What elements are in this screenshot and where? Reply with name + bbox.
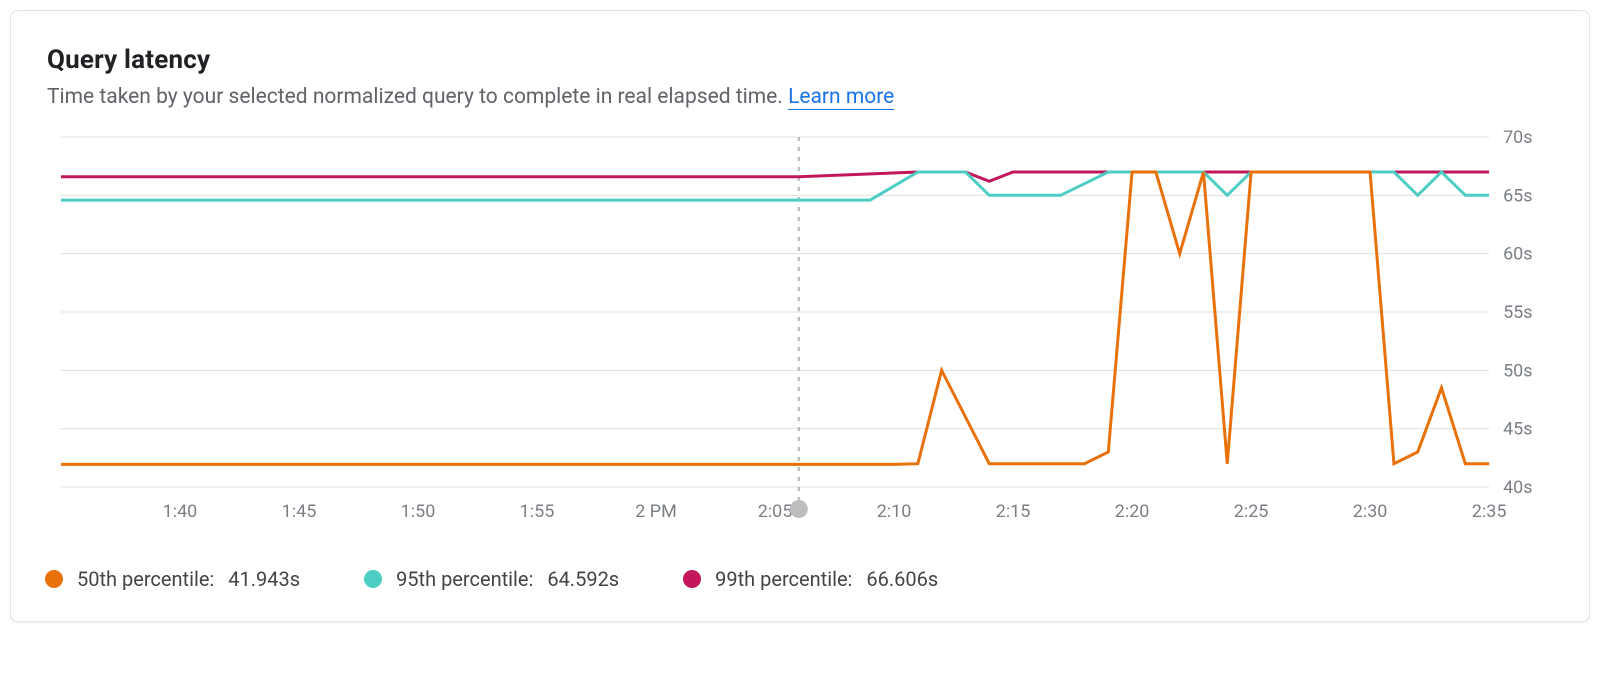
svg-text:40s: 40s (1503, 477, 1532, 498)
legend-label-99th: 99th percentile: (715, 567, 852, 591)
svg-text:70s: 70s (1503, 127, 1532, 148)
svg-text:2:05: 2:05 (758, 501, 793, 522)
svg-text:2 PM: 2 PM (635, 501, 677, 522)
x-axis-ticks: 1:40 1:45 1:50 1:55 2 PM 2:05 2:10 2:15 2:20 2:25… (163, 501, 1507, 522)
svg-text:1:50: 1:50 (401, 501, 436, 522)
latency-line-chart[interactable]: 40s 45s 50s 55s 60s 65s 70s 1:40 1:45 1:50 1:55 2 … (31, 127, 1569, 547)
learn-more-link[interactable]: Learn more (788, 85, 894, 110)
time-cursor-handle[interactable] (790, 500, 808, 518)
svg-text:60s: 60s (1503, 244, 1532, 265)
svg-text:1:45: 1:45 (282, 501, 317, 522)
svg-text:2:15: 2:15 (996, 501, 1031, 522)
svg-text:2:25: 2:25 (1234, 501, 1269, 522)
legend-swatch-99th (683, 570, 701, 588)
query-latency-card: Query latency Time taken by your selecte… (10, 10, 1590, 622)
chart-title: Query latency (47, 45, 1553, 75)
svg-text:2:35: 2:35 (1472, 501, 1507, 522)
chart-svg: 40s 45s 50s 55s 60s 65s 70s 1:40 1:45 1:50 1:55 2 … (31, 127, 1569, 547)
legend-value-99th: 66.606s (866, 567, 938, 591)
svg-text:1:40: 1:40 (163, 501, 198, 522)
legend-item-99th[interactable]: 99th percentile: 66.606s (683, 567, 938, 591)
series-50th (61, 172, 1489, 464)
legend-label-95th: 95th percentile: (396, 567, 533, 591)
svg-text:2:20: 2:20 (1115, 501, 1150, 522)
svg-text:50s: 50s (1503, 360, 1532, 381)
chart-legend: 50th percentile: 41.943s 95th percentile… (45, 567, 1555, 591)
svg-text:2:30: 2:30 (1353, 501, 1388, 522)
svg-text:1:55: 1:55 (520, 501, 555, 522)
svg-text:65s: 65s (1503, 185, 1532, 206)
legend-swatch-95th (364, 570, 382, 588)
legend-label-50th: 50th percentile: (77, 567, 214, 591)
legend-item-95th[interactable]: 95th percentile: 64.592s (364, 567, 619, 591)
legend-value-95th: 64.592s (547, 567, 619, 591)
svg-text:2:10: 2:10 (877, 501, 912, 522)
legend-value-50th: 41.943s (228, 567, 300, 591)
y-axis-ticks: 40s 45s 50s 55s 60s 65s 70s (1503, 127, 1532, 498)
legend-swatch-50th (45, 570, 63, 588)
chart-subtitle: Time taken by your selected normalized q… (47, 85, 1553, 109)
chart-gridlines (61, 137, 1489, 487)
subtitle-text: Time taken by your selected normalized q… (47, 85, 788, 109)
legend-item-50th[interactable]: 50th percentile: 41.943s (45, 567, 300, 591)
svg-text:45s: 45s (1503, 419, 1532, 440)
svg-text:55s: 55s (1503, 302, 1532, 323)
